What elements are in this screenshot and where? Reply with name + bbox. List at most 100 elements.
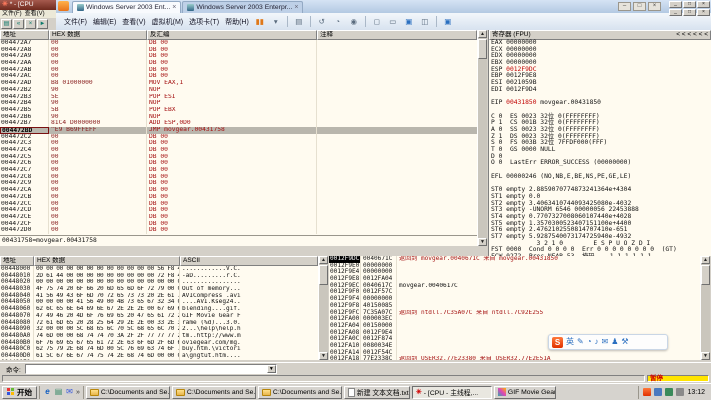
sogou-input-bar[interactable]: S 英✎◔♪✉♟⚒ <box>548 334 668 350</box>
vmware-menu-2[interactable]: 查看(V) <box>122 17 145 27</box>
dump-row[interactable]: 0044806062 6C 65 6E 64 69 6E 67 2E 2E 2E… <box>0 306 318 313</box>
minimize-icon[interactable]: – <box>618 2 631 11</box>
taskbar-button-4[interactable]: ✳- [CPU - 主线程,... <box>412 386 492 399</box>
minimize-icon[interactable]: _ <box>669 9 682 16</box>
message-icon[interactable]: ✉ <box>602 336 609 348</box>
game-icon[interactable]: ♟ <box>611 336 618 348</box>
run-icon[interactable]: ► <box>37 19 48 29</box>
disasm-row[interactable]: 004472D000DB 00 <box>0 227 477 234</box>
menu-item-1[interactable]: 查看(V) <box>25 10 45 18</box>
show-desktop-icon[interactable]: ▤ <box>54 387 63 397</box>
sogou-logo-icon[interactable]: S <box>552 337 563 348</box>
scrollbar-thumb[interactable] <box>319 265 328 285</box>
taskbar-button-5[interactable]: GIF Movie Gear <box>494 386 556 399</box>
scroll-up-icon[interactable]: ▲ <box>319 256 328 264</box>
disasm-row[interactable]: 004472BD^E9 B69FFEFFJMP movgear.00431758 <box>0 127 477 134</box>
internet-explorer-icon[interactable]: e <box>43 387 52 397</box>
dump-header-1[interactable]: HEX 数据 <box>34 256 180 266</box>
scrollbar-thumb[interactable] <box>701 265 710 285</box>
dump-row[interactable]: 004480102D 61 44 00 00 00 00 00 00 00 00… <box>0 273 318 280</box>
vmware-menu-3[interactable]: 虚拟机(M) <box>152 17 184 27</box>
restart-icon[interactable]: « <box>13 19 24 29</box>
disasm-row[interactable]: 004472C600DB 00 <box>0 160 477 167</box>
disasm-row[interactable]: 004472B55BPOP EBX <box>0 107 477 114</box>
taskbar-button-0[interactable]: C:\Documents and Se... <box>86 386 170 399</box>
taskbar-button-2[interactable]: C:\Documents and Se... <box>258 386 342 399</box>
registers-collapse-markers[interactable]: < < < < < < <box>676 31 708 39</box>
stack-row[interactable]: 0012FA1877E2338C返回到 USER32.77E23380 来自 U… <box>329 356 700 360</box>
scroll-down-icon[interactable]: ▼ <box>478 238 487 246</box>
thumbnail-bar-icon[interactable]: ▭ <box>388 16 398 27</box>
disasm-row[interactable]: 004472C300DB 00 <box>0 140 477 147</box>
voice-input-icon[interactable]: ♪ <box>595 336 599 348</box>
disasm-row[interactable]: 004472B290NOP <box>0 87 477 94</box>
dump-row[interactable]: 004480A074 6D 00 00 68 74 74 70 3A 2F 2F… <box>0 333 318 340</box>
scroll-down-icon[interactable]: ▼ <box>701 352 710 360</box>
disasm-row[interactable]: 004472CB00DB 00 <box>0 194 477 201</box>
ollydbg-title-bar[interactable]: ✳ * - [CPU <box>0 0 56 10</box>
disasm-row[interactable]: 004472A900DB 00 <box>0 53 477 60</box>
dump-row[interactable]: 004480304F 75 74 20 6F 66 20 6D 65 6D 6F… <box>0 286 318 293</box>
dump-header-2[interactable]: ASCII <box>180 256 318 266</box>
dump-row[interactable]: 0044802000 00 00 00 00 00 00 00 00 00 00… <box>0 279 318 286</box>
vmware-menu-5[interactable]: 帮助(H) <box>225 17 249 27</box>
dump-row[interactable]: 0044808072 61 6D 65 20 28 25 64 29 2E 2E… <box>0 320 318 327</box>
tab-close-icon[interactable]: × <box>294 4 298 11</box>
chevron-more-icon[interactable]: » <box>76 389 80 396</box>
disasm-row[interactable]: 004472CF00DB 00 <box>0 221 477 228</box>
open-file-icon[interactable]: ▤ <box>1 19 12 29</box>
settings-icon[interactable]: ◉ <box>349 16 359 27</box>
disasm-row[interactable]: 004472AB00DB 00 <box>0 67 477 74</box>
close-icon[interactable]: × <box>25 19 36 29</box>
mode-chinese-english-icon[interactable]: 英 <box>566 336 574 348</box>
restore-icon[interactable]: □ <box>683 1 696 8</box>
dump-row[interactable]: 004480C062 75 79 2E 68 74 6D 00 5C 76 69… <box>0 346 318 353</box>
disasm-row[interactable]: 004472C700DB 00 <box>0 167 477 174</box>
menu-item-0[interactable]: 文件(F) <box>2 10 22 18</box>
disasm-header-3[interactable]: 注释 <box>317 30 477 40</box>
disasm-row[interactable]: 004472C800DB 00 <box>0 174 477 181</box>
vmware-tools-icon[interactable] <box>676 388 684 396</box>
close-icon[interactable]: × <box>697 1 710 8</box>
stack-scrollbar[interactable]: ▲ ▼ <box>700 256 710 360</box>
volume-icon[interactable] <box>654 388 662 396</box>
registers-pane[interactable]: 寄存器 (FPU) < < < < < < EAX 00000000ECX 00… <box>488 30 711 256</box>
close-icon[interactable]: × <box>697 9 710 16</box>
toolbox-icon[interactable]: ⚒ <box>621 336 628 348</box>
start-button[interactable]: 开始 <box>2 386 37 399</box>
fullscreen-icon[interactable]: ▣ <box>404 16 414 27</box>
vmware-menu-4[interactable]: 选项卡(T) <box>189 17 219 27</box>
disasm-row[interactable]: 004472B490NOP <box>0 100 477 107</box>
disasm-row[interactable]: 004472CA00DB 00 <box>0 187 477 194</box>
sogou-tray-icon[interactable] <box>643 388 651 396</box>
disasm-header-2[interactable]: 反汇编 <box>147 30 317 40</box>
disasm-row[interactable]: 004472B35EPOP ESI <box>0 94 477 101</box>
disasm-row[interactable]: 004472A800DB 00 <box>0 47 477 54</box>
dump-row[interactable]: 0044809032 00 00 00 5C 68 65 6C 70 5C 68… <box>0 326 318 333</box>
dump-row[interactable]: 004480D061 5C 67 6E 67 74 75 74 2E 68 74… <box>0 353 318 360</box>
dump-pane[interactable]: 0044800000 00 00 00 00 00 00 00 00 00 00… <box>0 266 318 360</box>
clock-icon[interactable]: ◔ <box>333 16 343 27</box>
disasm-row[interactable]: 004472ADB8 01000000MOV EAX,1 <box>0 80 477 87</box>
revert-snapshot-icon[interactable]: ↺ <box>317 16 327 27</box>
disasm-row[interactable]: 004472B781C4 D0000000ADD ESP,0D0 <box>0 120 477 127</box>
dump-row[interactable]: 004480B06F 76 69 65 67 65 61 72 2E 63 6F… <box>0 340 318 347</box>
disasm-row[interactable]: 004472B690NOP <box>0 114 477 121</box>
taskbar-button-1[interactable]: C:\Documents and Se... <box>172 386 256 399</box>
register-line[interactable]: O 0 LastErr ERROR_SUCCESS (00000000) <box>489 160 711 167</box>
disasm-header-1[interactable]: HEX 数据 <box>49 30 147 40</box>
scroll-down-icon[interactable]: ▼ <box>319 352 328 360</box>
disasm-header-0[interactable]: 地址 <box>0 30 49 40</box>
console-view-icon[interactable]: ▣ <box>443 16 453 27</box>
dump-scrollbar[interactable]: ▲ ▼ <box>318 256 328 360</box>
network-icon[interactable] <box>665 388 673 396</box>
register-line[interactable]: EIP 00431850 movgear.00431850 <box>489 100 711 107</box>
vmware-tab-1[interactable]: Windows Server 2003 Enterpr...× <box>182 1 303 13</box>
dump-row[interactable]: 0044805000 00 00 00 41 56 49 00 4B 73 65… <box>0 299 318 306</box>
snapshot-icon[interactable]: ▤ <box>294 16 304 27</box>
register-line[interactable]: T 0 GS 0000 NULL <box>489 147 711 154</box>
register-line[interactable]: EFL 00000246 (NO,NB,E,BE,NS,PE,GE,LE) <box>489 174 711 181</box>
show-library-icon[interactable]: ◻ <box>372 16 382 27</box>
command-input[interactable]: ▼ <box>25 364 277 374</box>
taskbar-button-3[interactable]: 新建 文本文档.txt - ... <box>344 386 410 399</box>
